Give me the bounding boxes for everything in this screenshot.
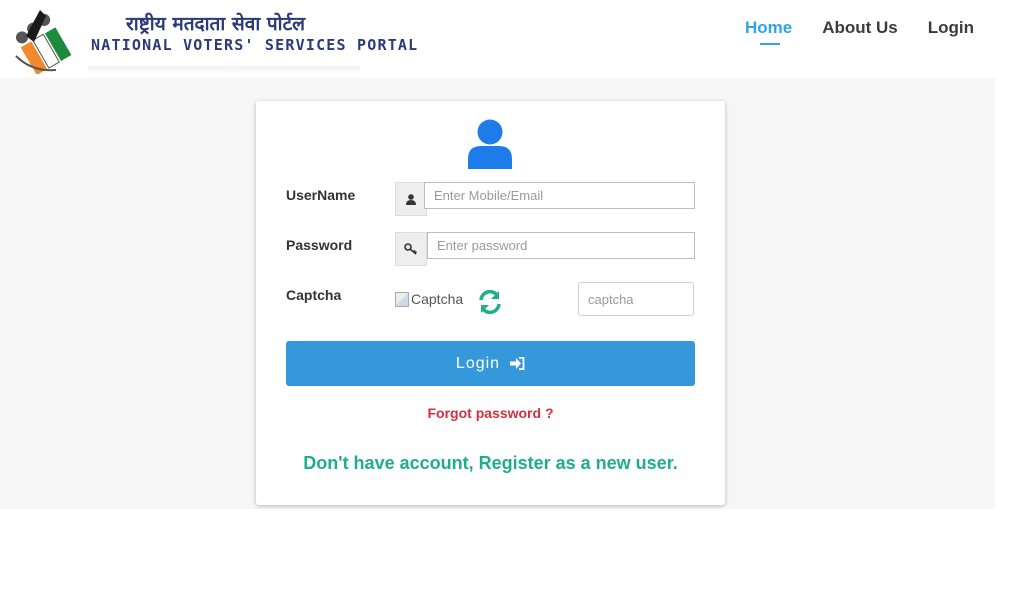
logo-underline — [88, 66, 360, 74]
nav-login[interactable]: Login — [928, 18, 974, 44]
username-input[interactable] — [424, 182, 695, 209]
main-nav: Home About Us Login — [745, 18, 974, 45]
logo-hindi-title: राष्ट्रीय मतदाता सेवा पोर्टल — [126, 13, 306, 35]
username-addon — [395, 182, 427, 216]
logo-english-title: NATIONAL VOTERS' SERVICES PORTAL — [91, 36, 419, 54]
portal-logo[interactable]: राष्ट्रीय मतदाता सेवा पोर्टल NATIONAL VO… — [10, 0, 417, 78]
nav-home[interactable]: Home — [745, 18, 792, 45]
login-card: UserName Password Captcha Captcha Login — [256, 101, 725, 505]
login-button-label: Login — [455, 354, 501, 372]
captcha-image: Captcha — [395, 291, 463, 307]
broken-image-icon — [395, 291, 409, 307]
user-small-icon — [406, 193, 416, 205]
eci-emblem-icon — [15, 10, 72, 74]
user-icon — [468, 119, 512, 169]
password-input[interactable] — [427, 232, 695, 259]
login-button[interactable]: Login — [286, 341, 695, 386]
username-label: UserName — [286, 187, 356, 203]
sign-in-icon — [510, 357, 525, 370]
forgot-password-link[interactable]: Forgot password ? — [256, 405, 725, 421]
captcha-image-alt: Captcha — [411, 291, 464, 307]
captcha-input[interactable] — [578, 282, 694, 316]
nav-about-us[interactable]: About Us — [822, 18, 898, 44]
register-link[interactable]: Don't have account, Register as a new us… — [256, 453, 725, 474]
key-icon — [404, 243, 417, 255]
refresh-icon[interactable] — [477, 289, 503, 315]
password-label: Password — [286, 237, 353, 253]
site-header: राष्ट्रीय मतदाता सेवा पोर्टल NATIONAL VO… — [0, 0, 1020, 78]
password-addon — [395, 232, 427, 266]
captcha-label: Captcha — [286, 287, 342, 303]
